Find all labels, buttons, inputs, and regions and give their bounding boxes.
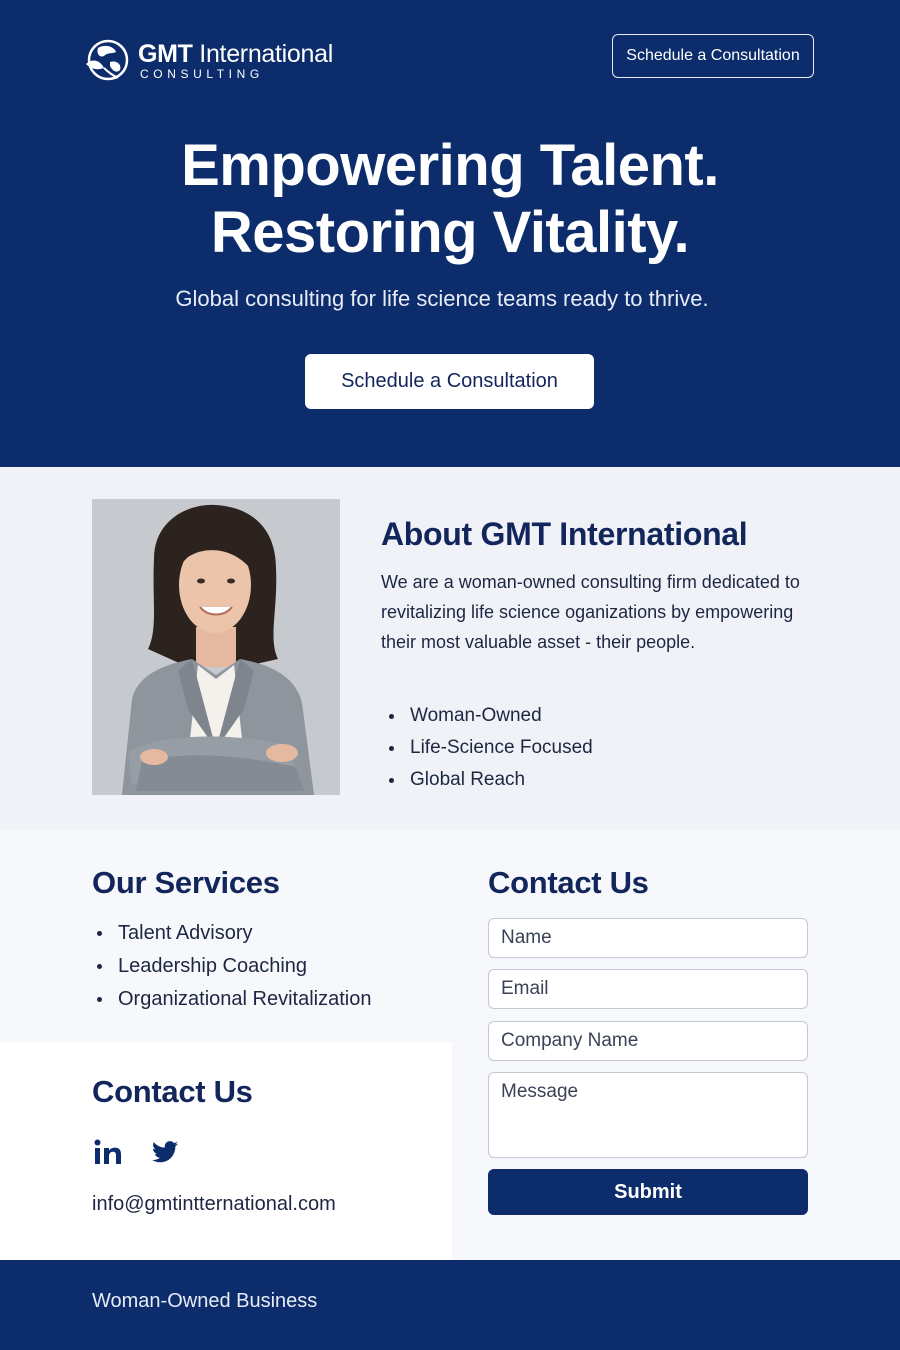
service-label: Talent Advisory xyxy=(118,922,253,944)
logo-name-bold: GMT xyxy=(138,39,193,68)
logo-text: GMT International CONSULTING xyxy=(138,40,333,81)
highlight-label: Woman-Owned xyxy=(410,705,542,726)
service-label: Organizational Revitalization xyxy=(118,988,372,1010)
contact-form-title: Contact Us xyxy=(488,865,649,900)
services-contact-section: Our Services Talent Advisory Leadership … xyxy=(0,830,900,1260)
linkedin-icon[interactable] xyxy=(94,1139,122,1165)
hero-subtitle: Global consulting for life science teams… xyxy=(175,286,709,311)
list-item: Organizational Revitalization xyxy=(97,983,371,1016)
list-item: Life-Science Focused xyxy=(389,732,593,764)
company-name-input[interactable] xyxy=(488,1021,808,1061)
submit-button[interactable]: Submit xyxy=(488,1169,808,1215)
hero-title: Empowering Talent. Restoring Vitality. xyxy=(0,132,900,266)
contact-email-link[interactable]: info@gmtintternational.com xyxy=(92,1193,336,1216)
twitter-icon[interactable] xyxy=(152,1141,178,1163)
service-label: Leadership Coaching xyxy=(118,955,308,977)
bullet-icon xyxy=(97,997,102,1002)
about-section: About GMT International We are a woman-o… xyxy=(0,467,900,830)
about-highlights-list: Woman-Owned Life-Science Focused Global … xyxy=(389,700,593,796)
footer: Woman-Owned Business xyxy=(0,1260,900,1350)
about-title: About GMT International xyxy=(381,516,748,552)
highlight-label: Global Reach xyxy=(410,769,526,790)
logo[interactable]: GMT International CONSULTING xyxy=(84,38,333,82)
footer-text: Woman-Owned Business xyxy=(92,1290,318,1312)
list-item: Talent Advisory xyxy=(97,917,371,950)
logo-subtitle: CONSULTING xyxy=(140,66,264,81)
contact-info-title: Contact Us xyxy=(92,1074,253,1109)
bullet-icon xyxy=(389,745,394,751)
hero-title-line-2: Restoring Vitality. xyxy=(210,200,690,265)
services-list: Talent Advisory Leadership Coaching Orga… xyxy=(97,917,371,1016)
message-textarea[interactable] xyxy=(488,1072,808,1158)
bullet-icon xyxy=(97,931,102,936)
portrait-illustration xyxy=(92,499,340,795)
email-input[interactable] xyxy=(488,969,808,1009)
bullet-icon xyxy=(389,713,394,719)
highlight-label: Life-Science Focused xyxy=(410,737,593,758)
list-item: Woman-Owned xyxy=(389,700,593,732)
list-item: Leadership Coaching xyxy=(97,950,371,983)
name-input[interactable] xyxy=(488,918,808,958)
bullet-icon xyxy=(389,777,394,783)
founder-portrait-image xyxy=(92,499,340,795)
services-title: Our Services xyxy=(92,865,280,900)
list-item: Global Reach xyxy=(389,764,593,796)
social-links xyxy=(94,1139,178,1165)
hero-section: GMT International CONSULTING Schedule a … xyxy=(0,0,900,467)
hero-title-line-1: Empowering Talent. xyxy=(181,133,719,198)
header-schedule-consultation-button[interactable]: Schedule a Consultation xyxy=(612,34,814,78)
globe-leaf-logo-icon xyxy=(86,39,129,81)
hero-schedule-consultation-button[interactable]: Schedule a Consultation xyxy=(305,354,594,409)
about-description: We are a woman-owned consulting firm ded… xyxy=(381,572,800,652)
logo-name: GMT International xyxy=(138,40,333,68)
bullet-icon xyxy=(97,964,102,969)
logo-name-rest: International xyxy=(192,39,333,68)
